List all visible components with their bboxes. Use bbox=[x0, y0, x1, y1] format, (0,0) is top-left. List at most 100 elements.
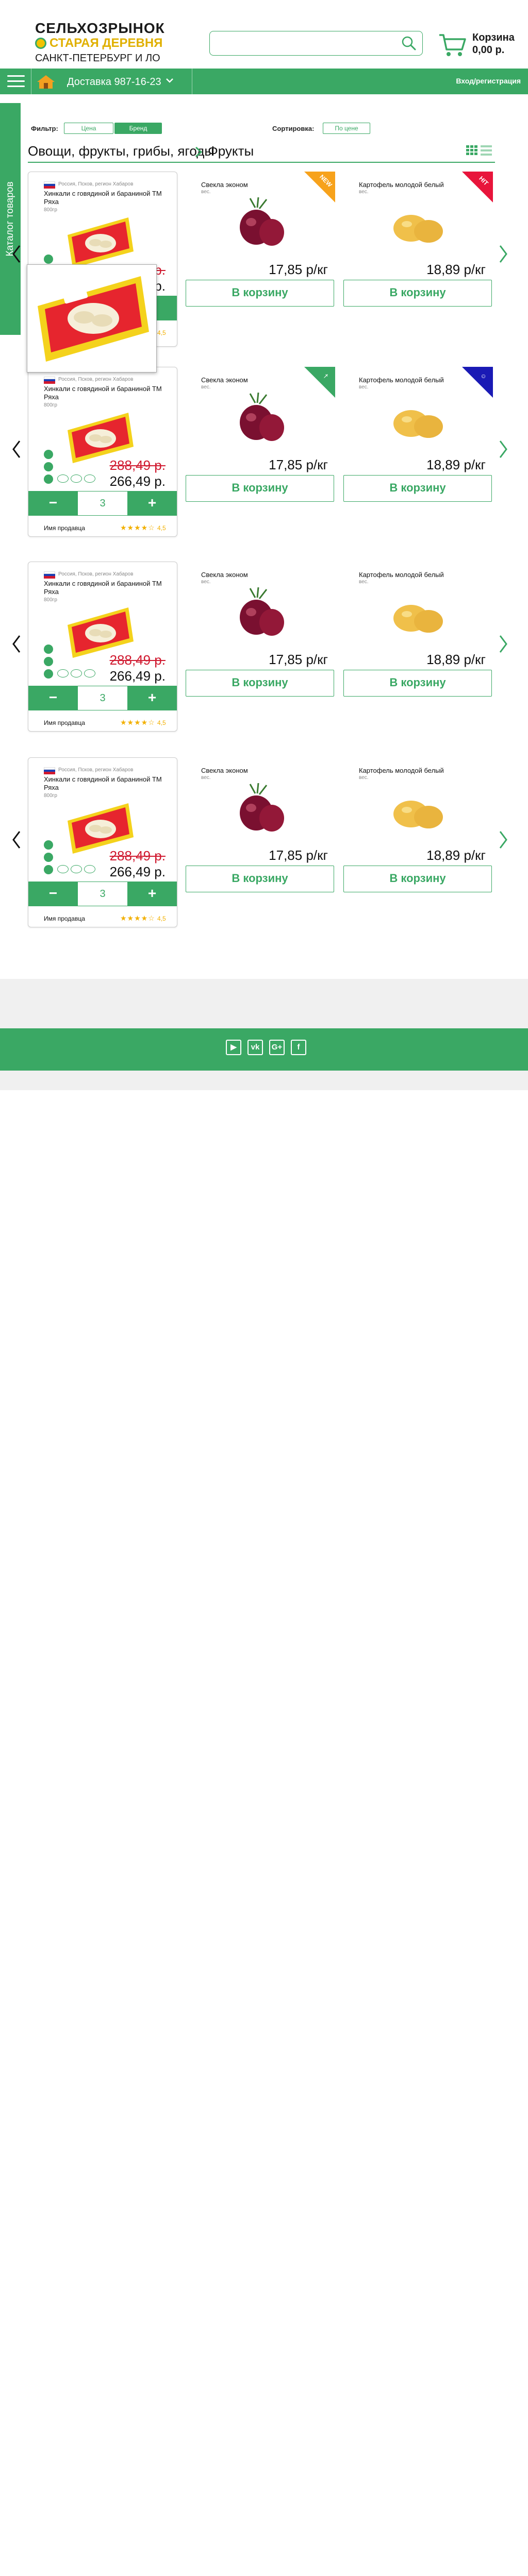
sort-label: Сортировка: bbox=[272, 125, 315, 132]
product-row: Россия, Псков, регион Хабаров Хинкали с г… bbox=[0, 757, 528, 938]
product-name[interactable]: Картофель молодой белый bbox=[359, 767, 444, 774]
quantity-value[interactable]: 3 bbox=[78, 491, 127, 516]
add-to-cart-button[interactable]: В корзину bbox=[186, 280, 334, 307]
cloud-icon bbox=[84, 865, 95, 873]
badge-icon bbox=[44, 853, 53, 862]
add-to-cart-button[interactable]: В корзину bbox=[343, 866, 492, 892]
add-to-cart-button[interactable]: В корзину bbox=[343, 670, 492, 697]
sort-price-button[interactable]: По цене bbox=[323, 123, 370, 134]
rating-value: 4,5 bbox=[157, 524, 166, 532]
increase-button[interactable]: + bbox=[127, 882, 177, 906]
filter-price-button[interactable]: Цена bbox=[64, 123, 113, 134]
youtube-icon[interactable]: ▶ bbox=[226, 1040, 241, 1055]
cart-widget[interactable]: Корзина 0,00 р. bbox=[438, 31, 526, 59]
product-name[interactable]: Хинкали с говядиной и бараниной ТМ Ряха bbox=[44, 580, 173, 596]
badge-icon bbox=[44, 462, 53, 471]
chevron-right-icon[interactable] bbox=[498, 439, 508, 460]
cloud-icon bbox=[57, 669, 69, 677]
site-logo[interactable]: СЕЛЬХОЗРЫНОК СТАРАЯ ДЕРЕВНЯ САНКТ-ПЕТЕРБ… bbox=[35, 21, 185, 65]
decrease-button[interactable]: − bbox=[28, 686, 78, 710]
logo-region: САНКТ-ПЕТЕРБУРГ И ЛО bbox=[35, 53, 160, 64]
product-card[interactable]: Картофель молодой белый вес. 18,89 р/кг В к… bbox=[343, 757, 493, 892]
list-view-icon[interactable] bbox=[481, 145, 492, 156]
product-price: 18,89 р/кг bbox=[426, 457, 486, 472]
decrease-button[interactable]: − bbox=[28, 491, 78, 516]
search-icon[interactable] bbox=[402, 36, 416, 50]
increase-button[interactable]: + bbox=[127, 686, 177, 710]
quantity-value[interactable]: 3 bbox=[78, 686, 127, 710]
breadcrumb-level2: Фрукты bbox=[208, 143, 254, 159]
logo-subtitle-text: СТАРАЯ ДЕРЕВНЯ bbox=[50, 36, 163, 50]
main-nav: Доставка 987-16-23 Вход/регистрация bbox=[0, 69, 528, 94]
add-to-cart-button[interactable]: В корзину bbox=[186, 866, 334, 892]
product-card[interactable]: Свекла эконом вес. 17,85 р/кг В корзину † bbox=[186, 367, 335, 502]
chevron-right-icon[interactable] bbox=[498, 634, 508, 654]
chevron-right-icon[interactable] bbox=[498, 244, 508, 264]
product-card[interactable]: Картофель молодой белый вес. 18,89 р/кг В к… bbox=[343, 367, 493, 502]
quantity-stepper: −3+ bbox=[28, 491, 177, 516]
product-card[interactable]: Россия, Псков, регион Хабаров Хинкали с г… bbox=[28, 757, 177, 927]
facebook-icon[interactable]: f bbox=[291, 1040, 306, 1055]
menu-icon[interactable] bbox=[7, 75, 25, 88]
add-to-cart-button[interactable]: В корзину bbox=[186, 670, 334, 697]
breadcrumb: Овощи, фрукты, грибы, ягоды Фрукты bbox=[28, 143, 492, 161]
product-name[interactable]: Свекла эконом bbox=[201, 767, 248, 774]
product-name[interactable]: Свекла эконом bbox=[201, 376, 248, 384]
increase-button[interactable]: + bbox=[127, 491, 177, 516]
seller-name[interactable]: Имя продавца bbox=[44, 915, 85, 922]
grid-view-icon[interactable] bbox=[466, 145, 477, 156]
product-image-popup[interactable] bbox=[27, 264, 157, 372]
add-to-cart-button[interactable]: В корзину bbox=[186, 475, 334, 502]
beet-image bbox=[240, 783, 284, 832]
chevron-left-icon[interactable] bbox=[11, 829, 22, 850]
delivery-phone[interactable]: Доставка 987-16-23 bbox=[67, 76, 161, 88]
product-name[interactable]: Картофель молодой белый bbox=[359, 571, 444, 579]
cloud-icon bbox=[84, 474, 95, 483]
decrease-button[interactable]: − bbox=[28, 882, 78, 906]
product-card[interactable]: Картофель молодой белый вес. 18,89 р/кг В к… bbox=[343, 172, 493, 307]
site-footer: ▶ vk G+ f bbox=[0, 1028, 528, 1071]
product-weight: вес. bbox=[359, 384, 369, 390]
chevron-left-icon[interactable] bbox=[11, 244, 22, 264]
breadcrumb-level1[interactable]: Овощи, фрукты, грибы, ягоды bbox=[28, 143, 214, 159]
product-weight: 800гр bbox=[44, 597, 57, 603]
product-name[interactable]: Картофель молодой белый bbox=[359, 181, 444, 189]
new-price: 266,49 р. bbox=[109, 668, 166, 684]
badge-icon bbox=[44, 255, 53, 264]
product-card[interactable]: Свекла эконом вес. 17,85 р/кг В корзину NEW bbox=[186, 172, 335, 307]
seller-name[interactable]: Имя продавца bbox=[44, 524, 85, 532]
cloud-icon bbox=[71, 669, 82, 677]
filter-brand-button[interactable]: Бренд bbox=[114, 123, 162, 134]
seller-name[interactable]: Имя продавца bbox=[44, 719, 85, 726]
chevron-left-icon[interactable] bbox=[11, 439, 22, 460]
login-link[interactable]: Вход/регистрация bbox=[456, 77, 521, 85]
search-input[interactable] bbox=[210, 31, 395, 54]
potato-image bbox=[393, 801, 443, 828]
product-weight: вес. bbox=[359, 579, 369, 585]
cloud-icon bbox=[57, 865, 69, 873]
product-card[interactable]: Россия, Псков, регион Хабаров Хинкали с г… bbox=[28, 562, 177, 732]
product-card[interactable]: Россия, Псков, регион Хабаров Хинкали с г… bbox=[28, 367, 177, 537]
product-price: 18,89 р/кг bbox=[426, 848, 486, 863]
product-card[interactable]: Свекла эконом вес. 17,85 р/кг В корзину bbox=[186, 562, 335, 697]
product-weight: 800гр bbox=[44, 402, 57, 408]
product-name[interactable]: Свекла эконом bbox=[201, 571, 248, 579]
chevron-down-icon[interactable] bbox=[165, 76, 174, 85]
product-name[interactable]: Хинкали с говядиной и бараниной ТМ Ряха bbox=[44, 190, 173, 206]
product-card[interactable]: Картофель молодой белый вес. 18,89 р/кг В к… bbox=[343, 562, 493, 697]
add-to-cart-button[interactable]: В корзину bbox=[343, 280, 492, 307]
vk-icon[interactable]: vk bbox=[248, 1040, 263, 1055]
add-to-cart-button[interactable]: В корзину bbox=[343, 475, 492, 502]
chevron-left-icon[interactable] bbox=[11, 634, 22, 654]
quantity-value[interactable]: 3 bbox=[78, 882, 127, 906]
product-name[interactable]: Хинкали с говядиной и бараниной ТМ Ряха bbox=[44, 775, 173, 792]
product-name[interactable]: Картофель молодой белый bbox=[359, 376, 444, 384]
product-card[interactable]: Свекла эконом вес. 17,85 р/кг В корзину bbox=[186, 757, 335, 892]
product-price: 18,89 р/кг bbox=[426, 652, 486, 667]
chevron-right-icon[interactable] bbox=[498, 829, 508, 850]
google-plus-icon[interactable]: G+ bbox=[269, 1040, 285, 1055]
product-origin: Россия, Псков, регион Хабаров bbox=[58, 377, 134, 382]
product-name[interactable]: Хинкали с говядиной и бараниной ТМ Ряха bbox=[44, 385, 173, 401]
badge-ribbon-icon: † bbox=[304, 367, 335, 398]
product-name[interactable]: Свекла эконом bbox=[201, 181, 248, 189]
